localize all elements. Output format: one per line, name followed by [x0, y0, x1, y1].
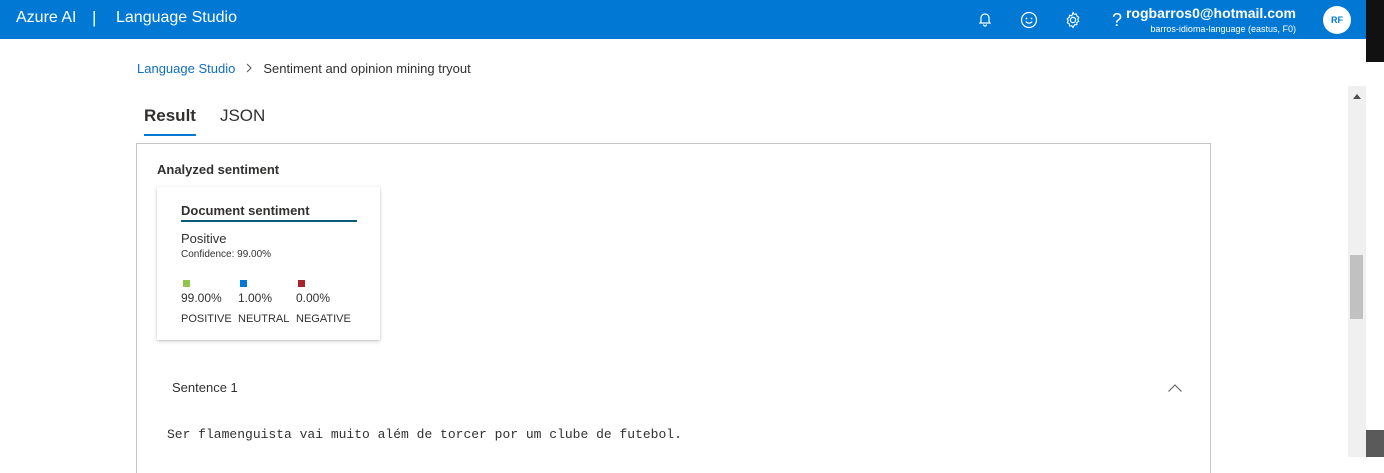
help-icon[interactable]: ?	[1106, 9, 1128, 31]
positive-swatch	[183, 280, 190, 287]
negative-swatch	[298, 280, 305, 287]
metric-value: 1.00%	[238, 291, 273, 305]
smiley-icon[interactable]	[1018, 9, 1040, 31]
window-edge	[1366, 0, 1384, 62]
card-title: Document sentiment	[181, 203, 357, 222]
metric-neutral: 1.00% NEUTRAL	[238, 280, 289, 325]
tab-json[interactable]: JSON	[220, 106, 265, 136]
chevron-right-icon	[245, 62, 253, 76]
brand-separator: |	[92, 8, 97, 27]
metric-positive: 99.00% POSITIVE	[181, 280, 232, 325]
product-name[interactable]: Language Studio	[116, 9, 237, 27]
tab-result[interactable]: Result	[144, 106, 196, 136]
section-title: Analyzed sentiment	[157, 162, 280, 177]
confidence-text: Confidence: 99.00%	[181, 249, 272, 260]
breadcrumb-current: Sentiment and opinion mining tryout	[263, 61, 471, 76]
metric-label: NEUTRAL	[238, 313, 290, 325]
document-sentiment-card: Document sentiment Positive Confidence: …	[157, 187, 380, 340]
sentiment-label: Positive	[181, 231, 227, 246]
scrollbar-thumb[interactable]	[1350, 255, 1363, 319]
window-corner	[1366, 430, 1384, 457]
scroll-up-arrow-icon[interactable]	[1348, 86, 1366, 106]
user-resource: barros-idioma-language (eastus, F0)	[1150, 24, 1296, 34]
chevron-up-icon[interactable]	[1167, 380, 1183, 398]
breadcrumb-root-link[interactable]: Language Studio	[137, 61, 235, 76]
bell-icon[interactable]	[974, 9, 996, 31]
metric-label: POSITIVE	[181, 313, 232, 325]
metric-value: 99.00%	[181, 291, 222, 305]
neutral-swatch	[240, 280, 247, 287]
user-email[interactable]: rogbarros0@hotmail.com	[1126, 5, 1296, 21]
sentence-text: Ser flamenguista vai muito além de torce…	[167, 427, 682, 442]
gear-icon[interactable]	[1062, 9, 1084, 31]
breadcrumb: Language Studio Sentiment and opinion mi…	[137, 61, 471, 76]
result-tabs: Result JSON	[144, 106, 265, 136]
result-panel: Analyzed sentiment Document sentiment Po…	[136, 143, 1211, 473]
metric-negative: 0.00% NEGATIVE	[296, 280, 351, 325]
metric-value: 0.00%	[296, 291, 331, 305]
avatar[interactable]: RF	[1323, 6, 1351, 34]
sentence-header[interactable]: Sentence 1	[172, 380, 238, 395]
top-bar: Azure AI | Language Studio ? rogbarros0@…	[0, 0, 1366, 39]
metric-label: NEGATIVE	[296, 313, 351, 325]
brand-name[interactable]: Azure AI	[16, 9, 76, 27]
